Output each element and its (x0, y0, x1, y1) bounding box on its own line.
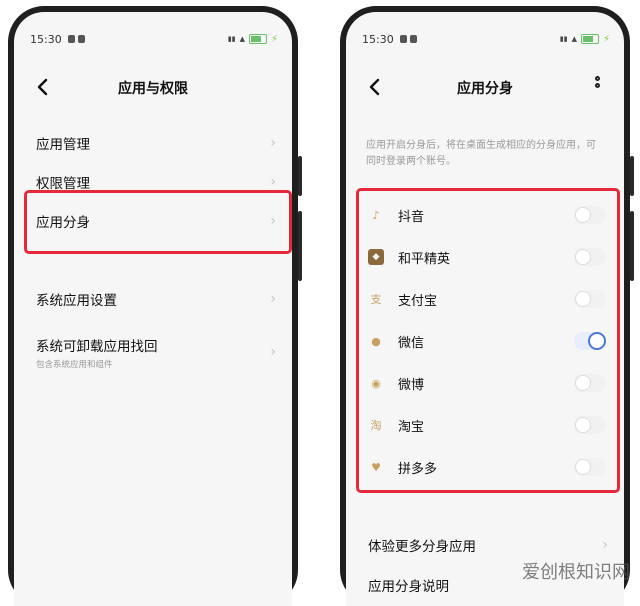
more-dot-icon (594, 76, 600, 81)
battery-icon (580, 34, 599, 44)
menu-item-label: 体验更多分身应用 (368, 539, 476, 555)
highlight-box (24, 190, 292, 254)
status-time: 15:30 (362, 32, 394, 46)
page-title: 应用与权限 (118, 81, 188, 97)
volume-button (630, 156, 634, 196)
wifi-icon: ▲ (571, 35, 577, 43)
left-screen: 15:30 ▮▮ ▲ ⚡ 应用与权限 应用管理 › 权限管理 › 应用分身 › … (14, 12, 292, 606)
chevron-right-icon: › (270, 174, 276, 190)
left-phone: 15:30 ▮▮ ▲ ⚡ 应用与权限 应用管理 › 权限管理 › 应用分身 › … (8, 6, 302, 606)
clone-description: 应用开启分身后，将在桌面生成相应的分身应用，可同时登录两个账号。 (366, 140, 596, 167)
more-options-button[interactable] (592, 74, 602, 98)
top-nav: 应用分身 (346, 74, 624, 100)
chevron-right-icon: › (270, 291, 276, 307)
power-button (298, 211, 302, 281)
more-dot-icon (594, 83, 600, 88)
notification-icon (77, 35, 85, 43)
menu-item-label: 系统应用设置 (36, 293, 117, 309)
charging-icon: ⚡ (270, 33, 278, 45)
page-title: 应用分身 (457, 81, 513, 97)
top-nav: 应用与权限 (14, 74, 292, 100)
menu-item-label: 应用管理 (36, 137, 90, 153)
status-icons: ▮▮ ▲ ⚡ (560, 34, 610, 45)
lock-icon (67, 35, 75, 43)
volume-button (298, 156, 302, 196)
chevron-right-icon: › (270, 135, 276, 151)
menu-item-label: 权限管理 (36, 176, 90, 192)
menu-item-system-app-settings[interactable]: 系统应用设置 › (36, 284, 276, 314)
more-clone-apps-item[interactable]: 体验更多分身应用 › (368, 530, 608, 560)
menu-item-label: 应用分身说明 (368, 579, 449, 595)
wifi-icon: ▲ (239, 35, 245, 43)
notification-icon (409, 35, 417, 43)
lock-icon (399, 35, 407, 43)
menu-item-label: 系统可卸载应用找回 (36, 339, 158, 355)
signal-icon: ▮▮ (559, 35, 568, 43)
status-icons: ▮▮ ▲ ⚡ (228, 34, 278, 45)
chevron-right-icon: › (602, 537, 608, 553)
chevron-right-icon: › (270, 344, 276, 360)
power-button (630, 211, 634, 281)
menu-item-sublabel: 包含系统应用和组件 (36, 360, 113, 370)
charging-icon: ⚡ (602, 33, 610, 45)
status-bar: 15:30 ▮▮ ▲ ⚡ (362, 32, 610, 46)
battery-icon (248, 34, 267, 44)
signal-icon: ▮▮ (227, 35, 236, 43)
status-time: 15:30 (30, 32, 62, 46)
right-phone: 15:30 ▮▮ ▲ ⚡ 应用分身 应用开启分身后，将在桌面生成相应的分身应用，… (340, 6, 634, 606)
highlight-box (356, 188, 620, 493)
menu-item-restore-apps[interactable]: 系统可卸载应用找回 › (36, 330, 276, 360)
menu-item-app-management[interactable]: 应用管理 › (36, 128, 276, 158)
right-screen: 15:30 ▮▮ ▲ ⚡ 应用分身 应用开启分身后，将在桌面生成相应的分身应用，… (346, 12, 624, 606)
watermark: 爱创根知识网 (522, 562, 630, 583)
status-bar: 15:30 ▮▮ ▲ ⚡ (30, 32, 278, 46)
